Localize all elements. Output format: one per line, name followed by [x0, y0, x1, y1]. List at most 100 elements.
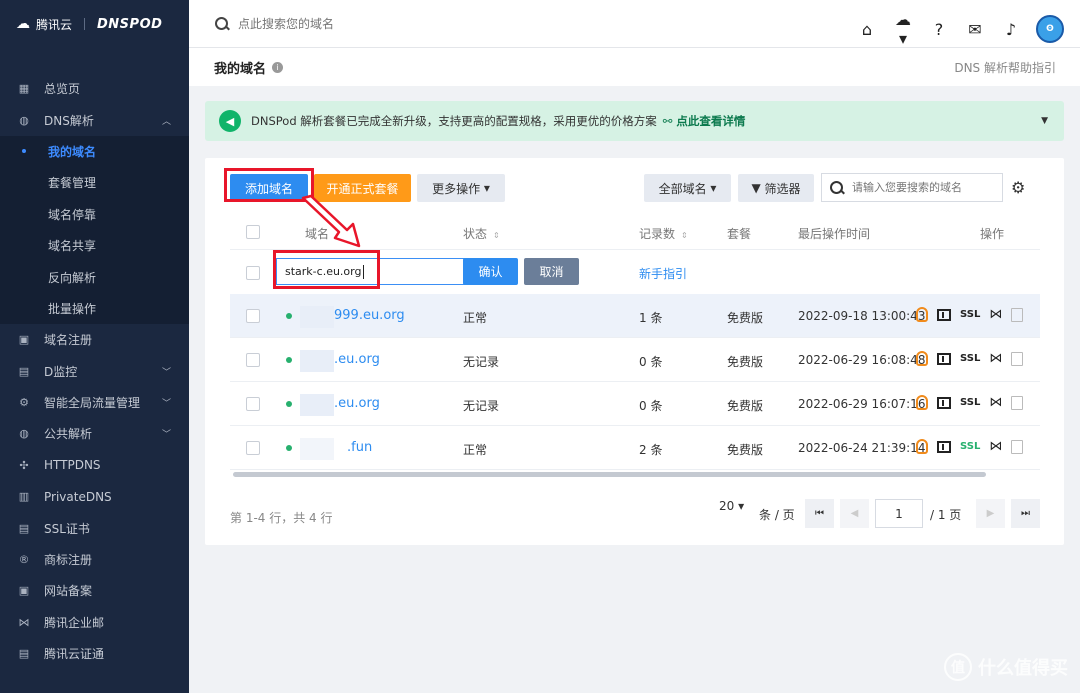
gear-icon[interactable]: ⚙: [1011, 178, 1025, 197]
ssl-icon[interactable]: SSL: [960, 397, 980, 408]
new-domain-value: stark-c.eu.org: [285, 265, 362, 278]
dns-grid-icon[interactable]: [937, 352, 951, 365]
page-size-select[interactable]: 20 ▾: [719, 499, 744, 513]
select-all-checkbox[interactable]: [246, 225, 260, 239]
dns-help-link[interactable]: DNS 解析帮助指引: [954, 59, 1056, 76]
avatar[interactable]: ʘ: [1036, 15, 1064, 43]
sidebar-item-packages[interactable]: 套餐管理: [0, 167, 189, 198]
table-row[interactable]: .fun 正常 2 条 免费版 2022-06-24 21:39:14 SSL …: [230, 426, 1040, 470]
cancel-button[interactable]: 取消: [524, 258, 579, 285]
row-checkbox[interactable]: [246, 397, 260, 411]
horizontal-scrollbar[interactable]: [233, 472, 986, 477]
table-row[interactable]: .eu.org 无记录 0 条 免费版 2022-06-29 16:08:48 …: [230, 338, 1040, 382]
brand-logo[interactable]: ☁ 腾讯云 DNSPOD: [0, 0, 189, 48]
domain-search-input[interactable]: [852, 181, 1002, 194]
domain-link[interactable]: .eu.org: [334, 396, 380, 411]
dns-grid-icon[interactable]: [937, 396, 951, 409]
sidebar-item-mail[interactable]: ⋈ 腾讯企业邮: [0, 607, 189, 638]
bowtie-icon[interactable]: ⋈: [989, 351, 1002, 366]
filter-label: 筛选器: [764, 181, 801, 196]
global-search-input[interactable]: [238, 16, 538, 31]
sort-icon: ⇕: [681, 231, 688, 240]
bowtie-icon[interactable]: ⋈: [989, 439, 1002, 454]
sidebar-item-registration[interactable]: ▣ 域名注册: [0, 324, 189, 355]
wechat-icon[interactable]: ✉: [964, 20, 986, 39]
all-domains-dropdown[interactable]: 全部域名 ▾: [644, 174, 731, 202]
search-icon[interactable]: [214, 16, 230, 32]
new-domain-input[interactable]: stark-c.eu.org: [276, 258, 482, 285]
add-domain-row: stark-c.eu.org 确认 取消 新手指引: [230, 251, 1040, 295]
rocket-icon[interactable]: [916, 351, 928, 366]
sidebar-item-ssl[interactable]: ▤ SSL证书: [0, 512, 189, 543]
sidebar-item-label: 商标注册: [44, 553, 93, 568]
cloud-menu-icon[interactable]: ☁▾: [892, 10, 914, 48]
info-icon[interactable]: i: [272, 61, 284, 73]
help-icon[interactable]: ?: [928, 20, 950, 39]
cloud-name: 腾讯云: [36, 17, 73, 32]
sidebar-item-my-domains[interactable]: 我的域名: [0, 136, 189, 167]
next-page-button[interactable]: ▶: [976, 499, 1005, 528]
domain-link[interactable]: 999.eu.org: [334, 308, 405, 323]
dns-grid-icon[interactable]: [937, 440, 951, 453]
notice-details-link[interactable]: ⚯ 点此查看详情: [663, 113, 746, 129]
more-actions-label: 更多操作: [432, 181, 481, 196]
notification-bell-icon[interactable]: ♪: [1000, 20, 1022, 39]
page-number-input[interactable]: 1: [875, 499, 923, 528]
sidebar-item-overview[interactable]: ▦ 总览页: [0, 73, 189, 104]
last-page-button[interactable]: ⏭: [1011, 499, 1040, 528]
col-records[interactable]: 记录数 ⇕: [639, 225, 688, 242]
traffic-icon: ⚙: [19, 396, 29, 410]
sidebar-item-batch[interactable]: 批量操作: [0, 293, 189, 324]
sidebar-item-privatedns[interactable]: ▥ PrivateDNS: [0, 481, 189, 512]
row-checkbox[interactable]: [246, 353, 260, 367]
sidebar-item-trademark[interactable]: ® 商标注册: [0, 544, 189, 575]
sidebar-item-monitor[interactable]: ▤ D监控 ﹀: [0, 356, 189, 387]
sidebar-item-parking[interactable]: 域名停靠: [0, 199, 189, 230]
ssl-icon[interactable]: SSL: [960, 309, 980, 320]
more-actions-button[interactable]: 更多操作 ▾: [417, 174, 505, 202]
col-status[interactable]: 状态 ⇕: [463, 225, 500, 242]
sidebar-item-public-dns[interactable]: ◍ 公共解析 ﹀: [0, 418, 189, 449]
ssl-icon[interactable]: SSL: [960, 353, 980, 364]
sidebar-item-dns[interactable]: ◍ DNS解析 ︿: [0, 104, 189, 135]
httpdns-icon: ✣: [19, 458, 29, 472]
bowtie-icon[interactable]: ⋈: [989, 395, 1002, 410]
confirm-button[interactable]: 确认: [463, 258, 518, 285]
sidebar-item-filing[interactable]: ▣ 网站备案: [0, 575, 189, 606]
prev-page-button[interactable]: ◀: [840, 499, 869, 528]
sidebar-item-label: 我的域名: [48, 144, 97, 159]
sidebar-item-label: 智能全局流量管理: [44, 396, 141, 411]
row-checkbox[interactable]: [246, 309, 260, 323]
sidebar-item-httpdns[interactable]: ✣ HTTPDNS: [0, 450, 189, 481]
beginner-guide-link[interactable]: 新手指引: [639, 265, 687, 282]
row-checkbox[interactable]: [246, 266, 260, 280]
status-text: 无记录: [463, 355, 500, 369]
sidebar-item-cert[interactable]: ▤ 腾讯云证通: [0, 638, 189, 669]
ssl-icon[interactable]: SSL: [960, 441, 980, 452]
document-icon[interactable]: [1011, 395, 1024, 410]
domain-link[interactable]: .eu.org: [334, 352, 380, 367]
home-icon[interactable]: ⌂: [856, 20, 878, 39]
document-icon[interactable]: [1011, 439, 1024, 454]
rocket-icon[interactable]: [916, 307, 928, 322]
document-icon[interactable]: [1011, 307, 1024, 322]
row-checkbox[interactable]: [246, 441, 260, 455]
sidebar-item-traffic[interactable]: ⚙ 智能全局流量管理 ﹀: [0, 387, 189, 418]
sidebar-item-reverse[interactable]: 反向解析: [0, 261, 189, 292]
monitor-icon: ▤: [18, 364, 30, 378]
rocket-icon[interactable]: [916, 395, 928, 410]
domain-link[interactable]: .fun: [347, 440, 372, 455]
table-row[interactable]: 999.eu.org 正常 1 条 免费版 2022-09-18 13:00:4…: [230, 294, 1040, 338]
dns-grid-icon[interactable]: [937, 308, 951, 321]
rocket-icon[interactable]: [916, 439, 928, 454]
bowtie-icon[interactable]: ⋈: [989, 307, 1002, 322]
cert-icon: ▤: [18, 647, 30, 661]
expand-notice-icon[interactable]: ▼: [1041, 116, 1048, 126]
document-icon[interactable]: [1011, 351, 1024, 366]
filter-button[interactable]: ▼ 筛选器: [738, 174, 814, 202]
watermark-text: 什么值得买: [978, 658, 1068, 679]
sidebar-item-sharing[interactable]: 域名共享: [0, 230, 189, 261]
table-row[interactable]: .eu.org 无记录 0 条 免费版 2022-06-29 16:07:16 …: [230, 382, 1040, 426]
sidebar-item-label: 域名注册: [44, 333, 93, 348]
first-page-button[interactable]: ⏮: [805, 499, 834, 528]
